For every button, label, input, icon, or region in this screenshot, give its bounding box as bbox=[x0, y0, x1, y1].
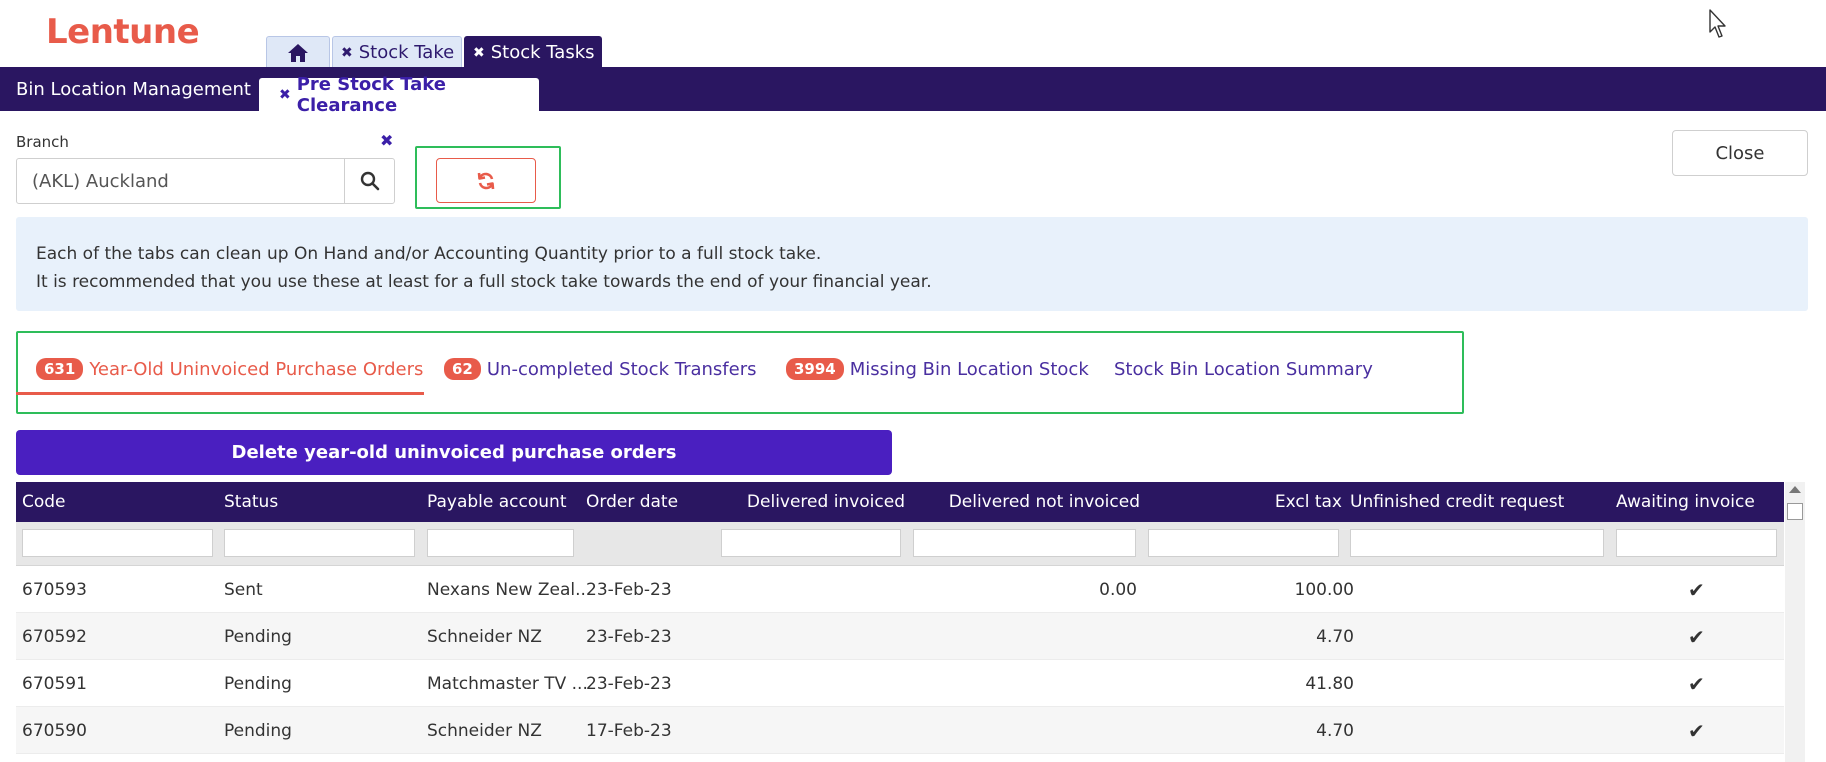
refresh-icon bbox=[477, 172, 495, 189]
cell-status: Pending bbox=[224, 673, 292, 694]
filter-payable-account-input[interactable] bbox=[427, 529, 574, 557]
cell-payable-account: Schneider NZ bbox=[427, 626, 542, 647]
tab-stock-tasks-label: Stock Tasks bbox=[490, 42, 595, 63]
column-header-delivered-invoiced[interactable]: Delivered invoiced bbox=[720, 482, 905, 522]
cell-order-date: 23-Feb-23 bbox=[586, 579, 672, 600]
tab-label: Un-completed Stock Transfers bbox=[486, 358, 757, 380]
tab-stock-tasks[interactable]: ✖ Stock Tasks bbox=[464, 36, 602, 68]
active-tab-underline bbox=[16, 392, 424, 395]
filter-status-input[interactable] bbox=[224, 529, 415, 557]
cell-status: Pending bbox=[224, 720, 292, 741]
branch-label: Branch bbox=[16, 133, 69, 151]
info-line-1: Each of the tabs can clean up On Hand an… bbox=[36, 244, 822, 264]
cell-delivered-invoiced bbox=[720, 660, 905, 707]
cell-order-date: 23-Feb-23 bbox=[586, 673, 672, 694]
tab-stock-bin-location-summary[interactable]: Stock Bin Location Summary bbox=[1114, 352, 1373, 386]
tab-label: Missing Bin Location Stock bbox=[849, 358, 1089, 380]
filter-excl-tax-input[interactable] bbox=[1148, 529, 1339, 557]
cell-order-date: 17-Feb-23 bbox=[586, 720, 672, 741]
check-icon: ✔ bbox=[1688, 671, 1705, 696]
check-icon: ✔ bbox=[1688, 577, 1705, 602]
cell-payable-account: Nexans New Zeal... bbox=[427, 579, 590, 600]
cell-excl-tax: 41.80 bbox=[1305, 673, 1354, 694]
table-row[interactable]: 670591 Pending Matchmaster TV ... 23-Feb… bbox=[16, 660, 1784, 707]
column-header-order-date[interactable]: Order date bbox=[586, 482, 678, 522]
info-line-2: It is recommended that you use these at … bbox=[36, 272, 932, 292]
cell-payable-account: Schneider NZ bbox=[427, 720, 542, 741]
column-header-payable-account[interactable]: Payable account bbox=[427, 482, 567, 522]
filter-code-input[interactable] bbox=[22, 529, 213, 557]
cell-excl-tax: 4.70 bbox=[1316, 626, 1354, 647]
close-button[interactable]: Close bbox=[1672, 130, 1808, 176]
cell-delivered-not-invoiced bbox=[905, 660, 1137, 707]
cell-delivered-invoiced bbox=[720, 707, 905, 754]
tab-label: Stock Bin Location Summary bbox=[1114, 358, 1373, 380]
table-row[interactable]: 670592 Pending Schneider NZ 23-Feb-23 4.… bbox=[16, 613, 1784, 660]
tab-home[interactable] bbox=[266, 36, 330, 68]
count-badge: 62 bbox=[444, 358, 481, 380]
cell-delivered-not-invoiced bbox=[905, 613, 1137, 660]
column-header-code[interactable]: Code bbox=[22, 482, 66, 522]
mouse-cursor-icon bbox=[1709, 9, 1726, 38]
tab-label: Year-Old Uninvoiced Purchase Orders bbox=[89, 358, 424, 380]
cell-delivered-invoiced bbox=[720, 566, 905, 613]
cell-code: 670592 bbox=[22, 626, 87, 647]
tab-stock-take-label: Stock Take bbox=[358, 42, 455, 63]
check-icon: ✔ bbox=[1688, 718, 1705, 743]
table-row[interactable]: 670590 Pending Schneider NZ 17-Feb-23 4.… bbox=[16, 707, 1784, 754]
cell-excl-tax: 4.70 bbox=[1316, 720, 1354, 741]
close-icon[interactable]: ✖ bbox=[341, 45, 353, 61]
scrollbar-thumb[interactable] bbox=[1787, 503, 1803, 520]
filter-delivered-not-invoiced-input[interactable] bbox=[913, 529, 1136, 557]
table-scrollbar[interactable] bbox=[1785, 482, 1805, 762]
tab-uncompleted-stock-transfers[interactable]: 62 Un-completed Stock Transfers bbox=[444, 352, 756, 386]
delete-uninvoiced-orders-button[interactable]: Delete year-old uninvoiced purchase orde… bbox=[16, 430, 892, 475]
cell-payable-account: Matchmaster TV ... bbox=[427, 673, 588, 694]
close-icon[interactable]: ✖ bbox=[279, 87, 291, 103]
cell-delivered-invoiced bbox=[720, 613, 905, 660]
home-icon bbox=[288, 43, 308, 62]
column-header-excl-tax[interactable]: Excl tax bbox=[1140, 482, 1342, 522]
count-badge: 3994 bbox=[786, 358, 844, 380]
column-header-status[interactable]: Status bbox=[224, 482, 278, 522]
cell-delivered-not-invoiced: 0.00 bbox=[1099, 579, 1137, 600]
filter-unfinished-credit-input[interactable] bbox=[1350, 529, 1604, 557]
cell-excl-tax: 100.00 bbox=[1294, 579, 1354, 600]
column-header-delivered-not-invoiced[interactable]: Delivered not invoiced bbox=[905, 482, 1140, 522]
clear-branch-icon[interactable]: ✖ bbox=[380, 131, 393, 150]
tab-year-old-uninvoiced-purchase-orders[interactable]: 631 Year-Old Uninvoiced Purchase Orders bbox=[36, 352, 423, 386]
check-icon: ✔ bbox=[1688, 624, 1705, 649]
cell-code: 670591 bbox=[22, 673, 87, 694]
cell-code: 670593 bbox=[22, 579, 87, 600]
tab-pre-stock-take-clearance[interactable]: ✖ Pre Stock Take Clearance bbox=[259, 74, 539, 116]
tab-missing-bin-location-stock[interactable]: 3994 Missing Bin Location Stock bbox=[786, 352, 1089, 386]
cell-status: Pending bbox=[224, 626, 292, 647]
cell-code: 670590 bbox=[22, 720, 87, 741]
filter-delivered-invoiced-input[interactable] bbox=[721, 529, 901, 557]
column-header-unfinished-credit-request[interactable]: Unfinished credit request bbox=[1350, 482, 1564, 522]
refresh-button[interactable] bbox=[436, 158, 536, 203]
branch-input[interactable] bbox=[18, 160, 343, 202]
cell-order-date: 23-Feb-23 bbox=[586, 626, 672, 647]
branch-search-button[interactable] bbox=[344, 159, 394, 203]
table-row[interactable]: 670593 Sent Nexans New Zeal... 23-Feb-23… bbox=[16, 566, 1784, 613]
filter-awaiting-invoice-input[interactable] bbox=[1616, 529, 1777, 557]
search-icon bbox=[360, 171, 379, 191]
close-icon[interactable]: ✖ bbox=[473, 45, 485, 61]
column-header-awaiting-invoice[interactable]: Awaiting invoice bbox=[1616, 482, 1755, 522]
count-badge: 631 bbox=[36, 358, 84, 380]
lentune-logo: Lentune bbox=[46, 12, 200, 52]
info-panel: Each of the tabs can clean up On Hand an… bbox=[16, 217, 1808, 311]
cell-delivered-not-invoiced bbox=[905, 707, 1137, 754]
cell-status: Sent bbox=[224, 579, 263, 600]
tab-bin-location-management[interactable]: Bin Location Management bbox=[16, 67, 251, 111]
tab-stock-take[interactable]: ✖ Stock Take bbox=[332, 36, 462, 68]
tab-pre-stock-take-label: Pre Stock Take Clearance bbox=[296, 73, 446, 116]
scroll-up-icon[interactable] bbox=[1789, 486, 1801, 493]
